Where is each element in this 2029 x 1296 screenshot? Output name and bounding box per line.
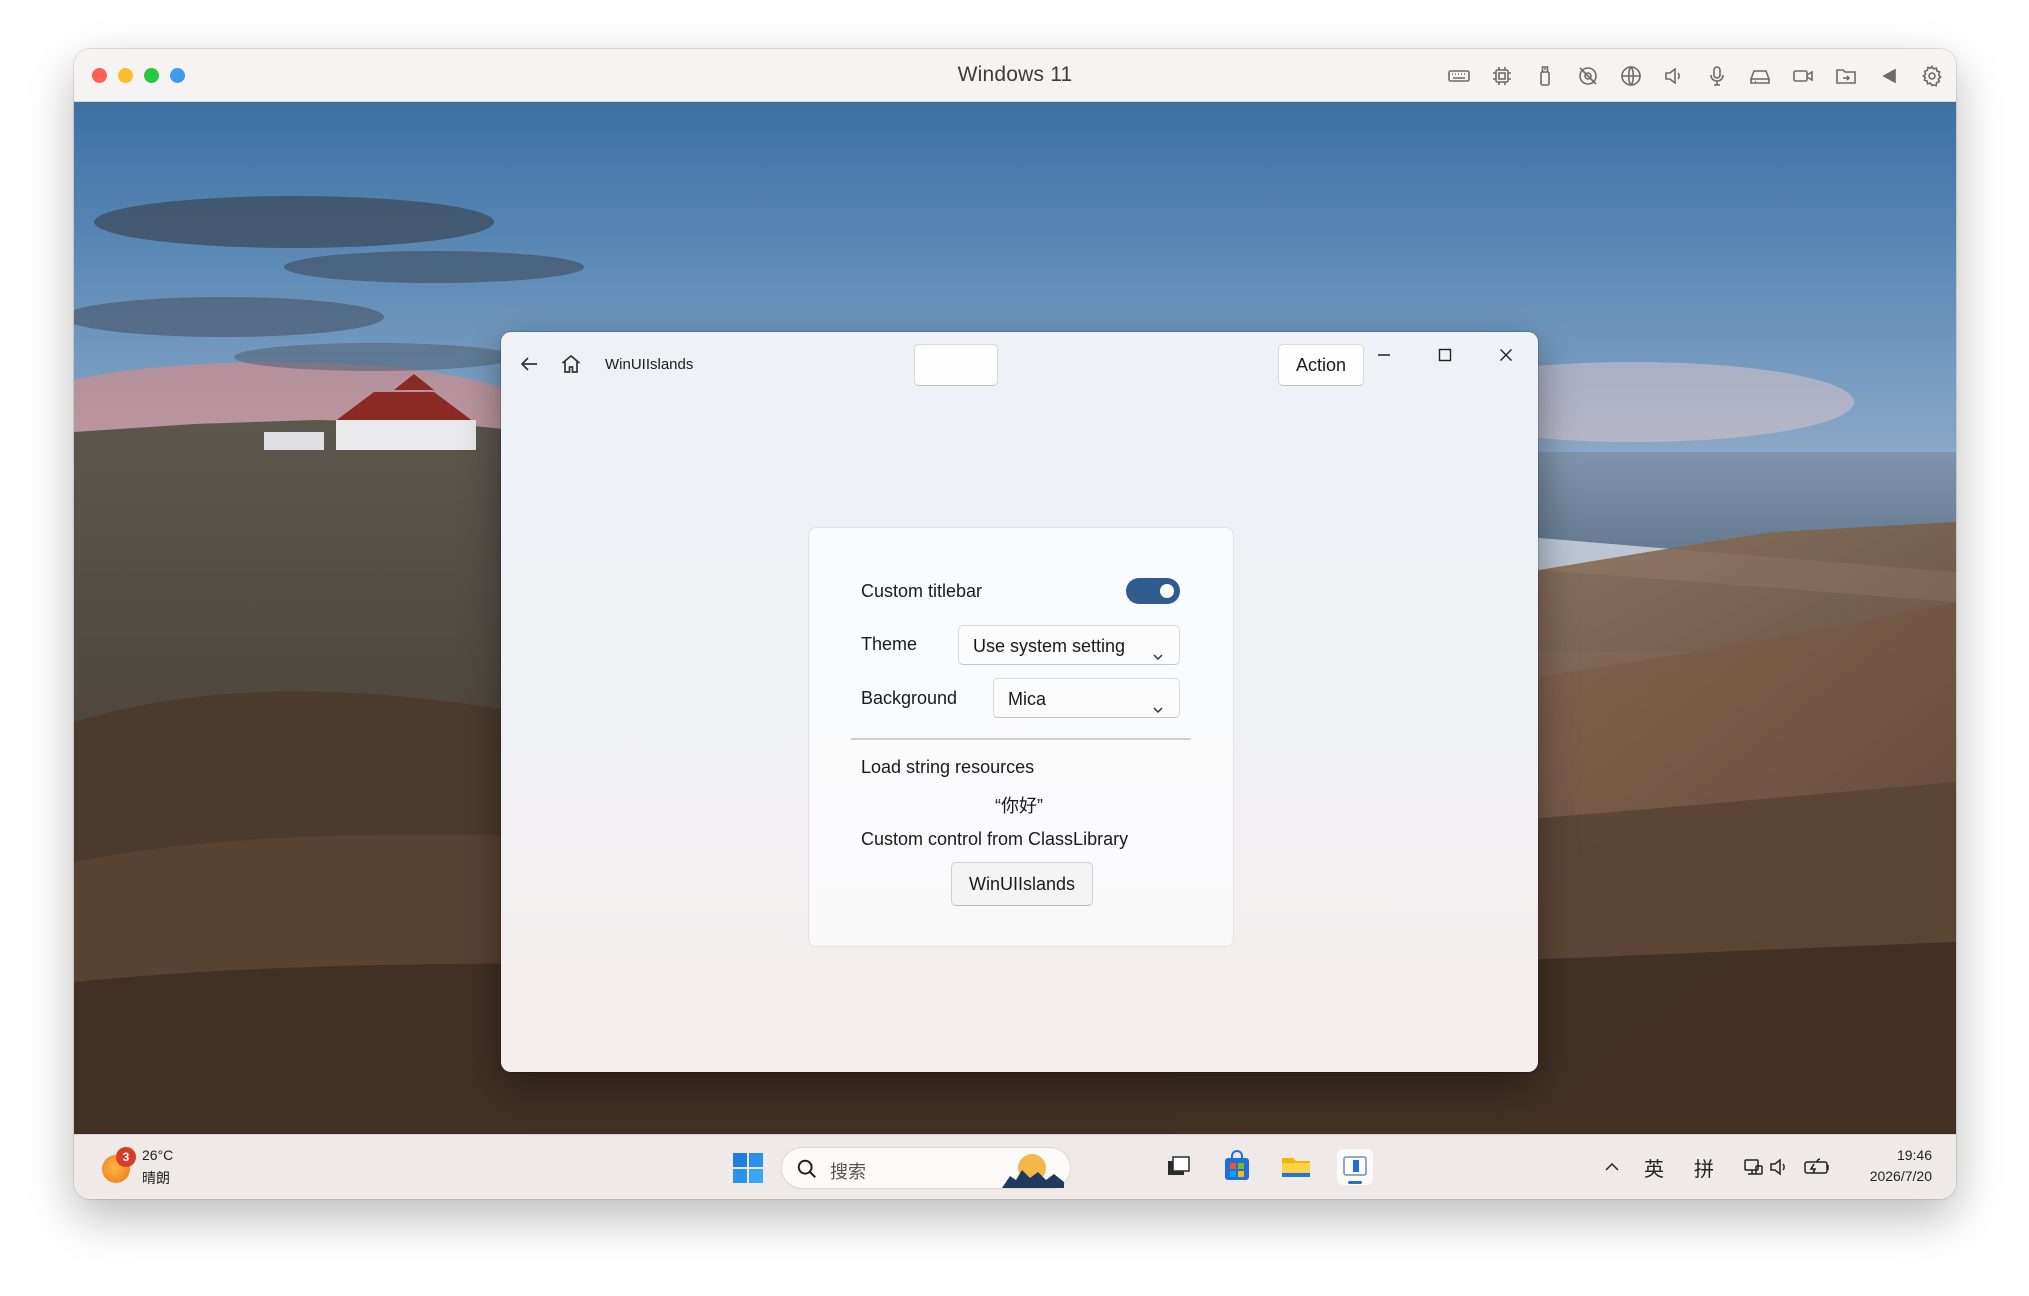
app-titlebar: WinUIIslands Action [501,332,1538,396]
divider [851,738,1191,740]
loaded-string-text: “你好” [995,796,1043,816]
clock-date[interactable]: 2026/7/20 [1870,1168,1932,1184]
load-strings-label: Load string resources [861,757,1035,777]
theme-value: Use system setting [973,636,1126,656]
keyboard-icon[interactable] [1446,63,1471,88]
winuiislands-taskbar-icon[interactable] [1337,1149,1373,1185]
drive-icon[interactable] [1747,63,1772,88]
theme-dropdown[interactable]: Use system setting [958,625,1180,665]
globe-icon[interactable] [1618,63,1643,88]
file-explorer-icon[interactable] [1278,1149,1314,1185]
search-placeholder: 搜索 [830,1162,866,1182]
active-indicator [1348,1181,1362,1184]
cpu-icon[interactable] [1489,63,1514,88]
chevron-up-icon[interactable] [1600,1155,1624,1179]
vm-window: Windows 11 WinUIIslands Action Custom ti… [74,49,1956,1199]
weather-badge: 3 [116,1147,136,1167]
clock-time[interactable]: 19:46 [1897,1147,1932,1163]
network-icon[interactable] [1741,1155,1765,1179]
custom-titlebar-toggle[interactable] [1126,578,1180,604]
start-button[interactable] [732,1152,764,1184]
taskbar: 3 26°C 晴朗 搜索 英 拼 19:46 2026/7/20 [74,1134,1956,1199]
back-arrow-icon[interactable] [1876,63,1901,88]
weather-temp: 26°C [142,1147,174,1163]
custom-control-label: Custom control from ClassLibrary [861,829,1129,849]
ime-language[interactable]: 英 [1644,1153,1664,1182]
video-icon[interactable] [1790,63,1815,88]
camera-off-icon[interactable] [1575,63,1600,88]
custom-titlebar-label: Custom titlebar [861,581,983,601]
search-icon [797,1159,816,1178]
ime-mode[interactable]: 拼 [1694,1153,1714,1182]
back-arrow-icon[interactable] [517,352,541,376]
settings-card: Custom titlebar Theme Use system setting… [808,527,1234,947]
chevron-down-icon [1151,638,1165,661]
app-title: WinUIIslands [605,356,694,373]
background-dropdown[interactable]: Mica [993,678,1180,718]
microphone-icon[interactable] [1704,63,1729,88]
battery-icon[interactable] [1803,1155,1833,1179]
usb-icon[interactable] [1532,63,1557,88]
windows-logo-icon [733,1153,763,1183]
action-button[interactable]: Action [1278,344,1364,386]
theme-label: Theme [861,634,918,654]
taskbar-search[interactable]: 搜索 [781,1147,1071,1189]
volume-icon[interactable] [1767,1155,1791,1179]
store-icon[interactable] [1219,1149,1255,1185]
gear-icon[interactable] [1919,63,1944,88]
home-icon[interactable] [559,352,583,376]
shared-folder-icon[interactable] [1833,63,1858,88]
close-button[interactable] [1483,340,1529,370]
winuiislands-button[interactable]: WinUIIslands [951,862,1093,906]
maximize-button[interactable] [1422,340,1468,370]
chevron-down-icon [1151,691,1165,714]
app-window: WinUIIslands Action Custom titlebar Them… [501,332,1538,1072]
desktop-wallpaper: WinUIIslands Action Custom titlebar Them… [74,102,1956,1134]
minimize-button[interactable] [1361,340,1407,370]
task-view-icon[interactable] [1160,1149,1196,1185]
toggle-knob [1160,584,1174,598]
speaker-icon[interactable] [1661,63,1686,88]
weather-condition: 晴朗 [142,1170,170,1186]
vm-toolbar [1446,63,1944,88]
background-label: Background [861,688,958,708]
vm-titlebar: Windows 11 [74,49,1956,102]
blank-button[interactable] [914,344,998,386]
search-highlight-icon [1002,1154,1064,1188]
background-value: Mica [1008,689,1047,709]
